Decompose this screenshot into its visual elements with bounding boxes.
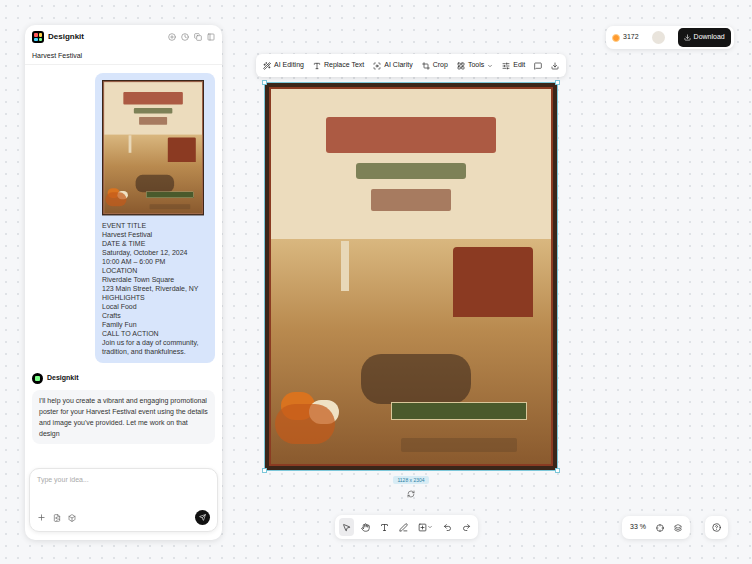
pen-icon [399, 523, 408, 532]
message-line: EVENT TITLE [102, 221, 208, 230]
model-icon[interactable] [68, 514, 76, 522]
message-line: Local Food [102, 302, 208, 311]
panel-toggle-icon[interactable] [207, 33, 215, 41]
toolbar-button[interactable]: Crop [422, 60, 448, 71]
crop-icon [422, 62, 430, 70]
select-icon [342, 523, 351, 532]
tool-button[interactable] [459, 518, 474, 536]
toolbar-button[interactable]: Edit [502, 60, 525, 71]
tools-icon [457, 62, 465, 70]
zoom-bar: 33 % [622, 516, 690, 539]
poster-image [265, 83, 557, 470]
undo-icon [443, 523, 452, 532]
user-message: EVENT TITLEHarvest FestivalDATE & TIMESa… [95, 73, 215, 363]
add-icon[interactable] [37, 513, 46, 522]
image-toolbar: AI Editing Replace Text AI Clarity Crop Tool… [256, 54, 566, 77]
resize-handle[interactable] [555, 80, 560, 85]
app: DesignkitHarvest FestivalEVENT TITLEHarv… [0, 0, 752, 564]
message-line: Harvest Festival [102, 230, 208, 239]
input-placeholder[interactable]: Type your idea... [37, 475, 210, 486]
resize-handle[interactable] [262, 468, 267, 473]
message-line: Saturday, October 12, 2024 [102, 248, 208, 257]
text-icon [380, 523, 389, 532]
message-line: HIGHLIGHTS [102, 293, 208, 302]
toolbar-button[interactable] [534, 62, 542, 70]
hand-icon [361, 523, 370, 532]
download-icon [684, 34, 691, 41]
tool-button[interactable] [377, 518, 392, 536]
assistant-name: Designkit [47, 373, 79, 384]
message-line: Crafts [102, 311, 208, 320]
coin-icon [612, 34, 620, 42]
chat-input[interactable]: Type your idea... [29, 468, 218, 532]
bottom-toolbar [335, 515, 478, 539]
message-line: Join us for a day of community, traditio… [102, 338, 208, 356]
chevron-down-icon [487, 63, 493, 69]
tool-button[interactable] [358, 518, 373, 536]
account-bar: 3172 Download [606, 26, 734, 49]
size-label: 1128 x 2304 [393, 476, 428, 484]
app-name: Designkit [48, 31, 84, 43]
avatar-icon[interactable] [652, 31, 665, 44]
toolbar-button[interactable]: AI Clarity [373, 60, 412, 71]
chat-header: Designkit [25, 25, 222, 49]
logo-icon [32, 31, 44, 43]
message-list: EVENT TITLEHarvest FestivalDATE & TIMESa… [25, 65, 222, 466]
attach-file-icon[interactable] [53, 514, 61, 522]
send-icon [199, 514, 206, 521]
poster-image [102, 80, 204, 215]
resize-handle[interactable] [262, 80, 267, 85]
message-line: CALL TO ACTION [102, 329, 208, 338]
download-icon [551, 62, 559, 70]
help-button[interactable] [705, 516, 728, 539]
copy-icon[interactable] [194, 33, 202, 41]
shape-icon [418, 523, 427, 532]
download-button[interactable]: Download [678, 28, 731, 47]
ai-clarity-icon [373, 62, 381, 70]
assistant-avatar-icon [32, 373, 43, 384]
chat-title: Harvest Festival [25, 49, 222, 65]
layers-icon[interactable] [674, 524, 682, 532]
message-line: 123 Main Street, Riverdale, NY [102, 284, 208, 293]
history-icon[interactable] [181, 33, 189, 41]
fit-screen-icon[interactable] [656, 524, 664, 532]
ai-editing-icon [263, 62, 271, 70]
message-line: 10:00 AM – 6:00 PM [102, 257, 208, 266]
send-button[interactable] [195, 510, 210, 525]
toolbar-button[interactable]: AI Editing [263, 60, 304, 71]
tool-button[interactable] [440, 518, 455, 536]
toolbar-button[interactable] [551, 62, 559, 70]
comment-icon [534, 62, 542, 70]
chat-panel: DesignkitHarvest FestivalEVENT TITLEHarv… [25, 25, 222, 540]
message-line: LOCATION [102, 266, 208, 275]
tool-button[interactable] [339, 518, 354, 536]
credits[interactable]: 3172 [612, 32, 639, 43]
toolbar-button[interactable]: Tools [457, 60, 493, 71]
canvas-image[interactable] [264, 82, 558, 471]
message-line: DATE & TIME [102, 239, 208, 248]
message-thumbnail [102, 80, 204, 216]
redo-icon [462, 523, 471, 532]
assistant-message: I'll help you create a vibrant and engag… [32, 390, 215, 444]
zoom-value[interactable]: 33 % [630, 522, 646, 533]
tool-button[interactable] [415, 518, 436, 536]
help-icon [712, 523, 721, 532]
replace-text-icon [313, 62, 321, 70]
edit-icon [502, 62, 510, 70]
tool-button[interactable] [396, 518, 411, 536]
chevron-down-icon [427, 524, 433, 530]
resize-handle[interactable] [555, 468, 560, 473]
message-line: Family Fun [102, 320, 208, 329]
new-chat-icon[interactable] [168, 33, 176, 41]
regenerate-icon[interactable] [407, 490, 415, 498]
message-line: Riverdale Town Square [102, 275, 208, 284]
toolbar-button[interactable]: Replace Text [313, 60, 364, 71]
